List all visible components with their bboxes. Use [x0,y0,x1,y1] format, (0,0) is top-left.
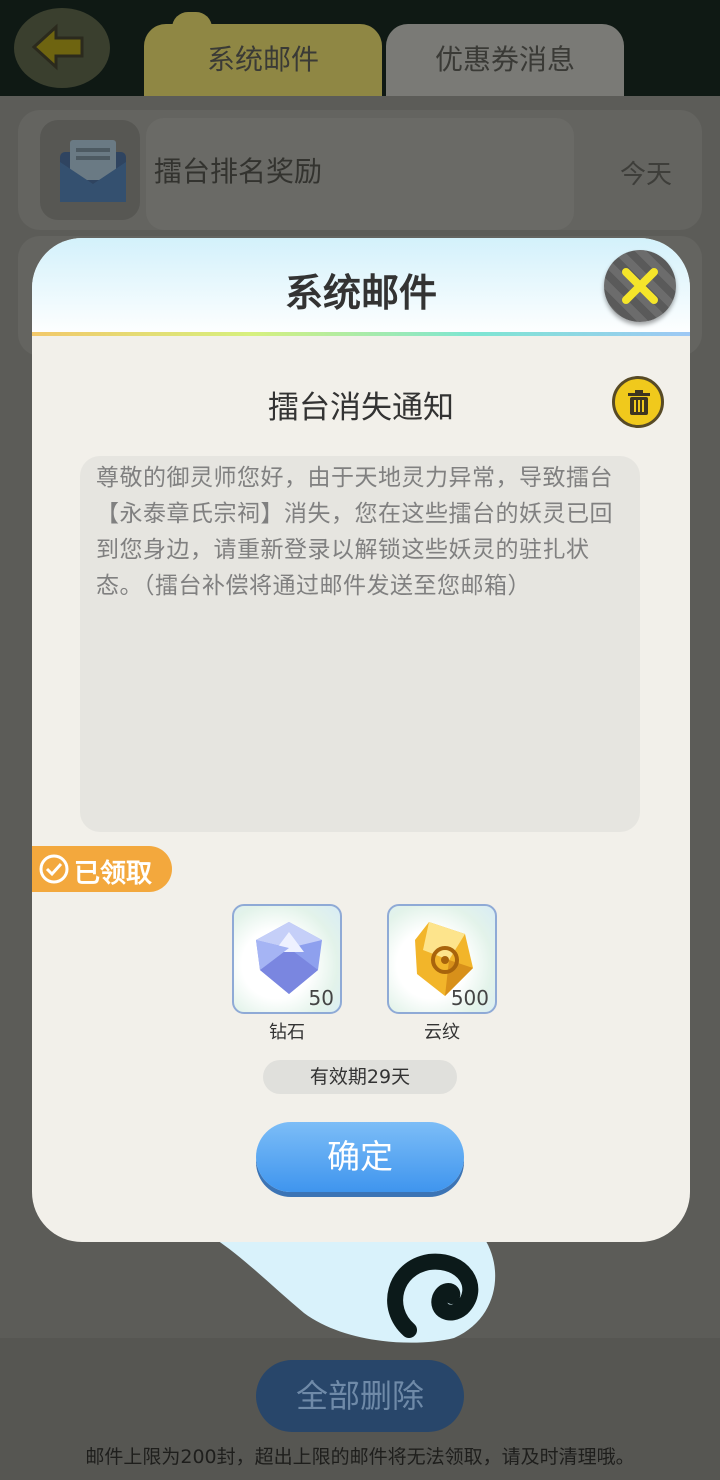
close-button[interactable] [604,250,676,322]
delete-mail-button[interactable] [612,376,664,428]
tab-coupon-messages[interactable]: 优惠券消息 [386,24,624,96]
envelope-icon [60,140,126,202]
back-button[interactable] [14,8,110,88]
header-divider [32,332,690,336]
claimed-badge: 已领取 [32,846,172,892]
mail-icon-box [40,120,140,220]
trash-icon [628,390,650,415]
mail-title: 擂台消失通知 [268,390,454,426]
check-circle-icon [39,854,69,884]
claimed-label: 已领取 [74,859,153,889]
mail-limit-note: 邮件上限为200封，超出上限的邮件将无法领取，请及时清理哦。 [85,1446,635,1468]
reward-name: 云纹 [424,1022,460,1043]
mail-content-text: 尊敬的御灵师您好，由于天地灵力异常，导致擂台【永泰章氏宗祠】消失，您在这些擂台的… [96,465,613,599]
delete-all-button[interactable]: 全部删除 [256,1360,464,1432]
reward-name: 钻石 [269,1022,305,1043]
mail-detail-dialog: 系统邮件 擂台消失通知 尊敬的御灵师您好，由于天地灵力异常，导致擂台【永泰章氏宗… [32,238,690,1242]
close-icon [622,268,658,304]
validity-badge: 有效期29天 [263,1060,457,1094]
top-bar: 系统邮件 优惠券消息 [0,0,720,96]
list-item[interactable] [18,110,702,230]
mail-subject: 擂台排名奖励 [154,155,323,188]
confirm-button[interactable]: 确定 [256,1122,464,1192]
reward-item-diamond[interactable]: 50 [232,904,342,1014]
swirl-decoration [214,1238,496,1343]
back-arrow-icon [31,23,84,71]
dialog-title: 系统邮件 [284,271,437,315]
bottom-bar: 全部删除 邮件上限为200封，超出上限的邮件将无法领取，请及时清理哦。 [0,1338,720,1480]
mail-content-box: 尊敬的御灵师您好，由于天地灵力异常，导致擂台【永泰章氏宗祠】消失，您在这些擂台的… [80,456,640,832]
tab-system-mail[interactable]: 系统邮件 [144,12,382,96]
mail-date: 今天 [619,160,672,190]
reward-quantity: 50 [308,986,334,1010]
reward-item-cloud-pattern[interactable]: 500 [387,904,497,1014]
reward-quantity: 500 [450,986,489,1010]
